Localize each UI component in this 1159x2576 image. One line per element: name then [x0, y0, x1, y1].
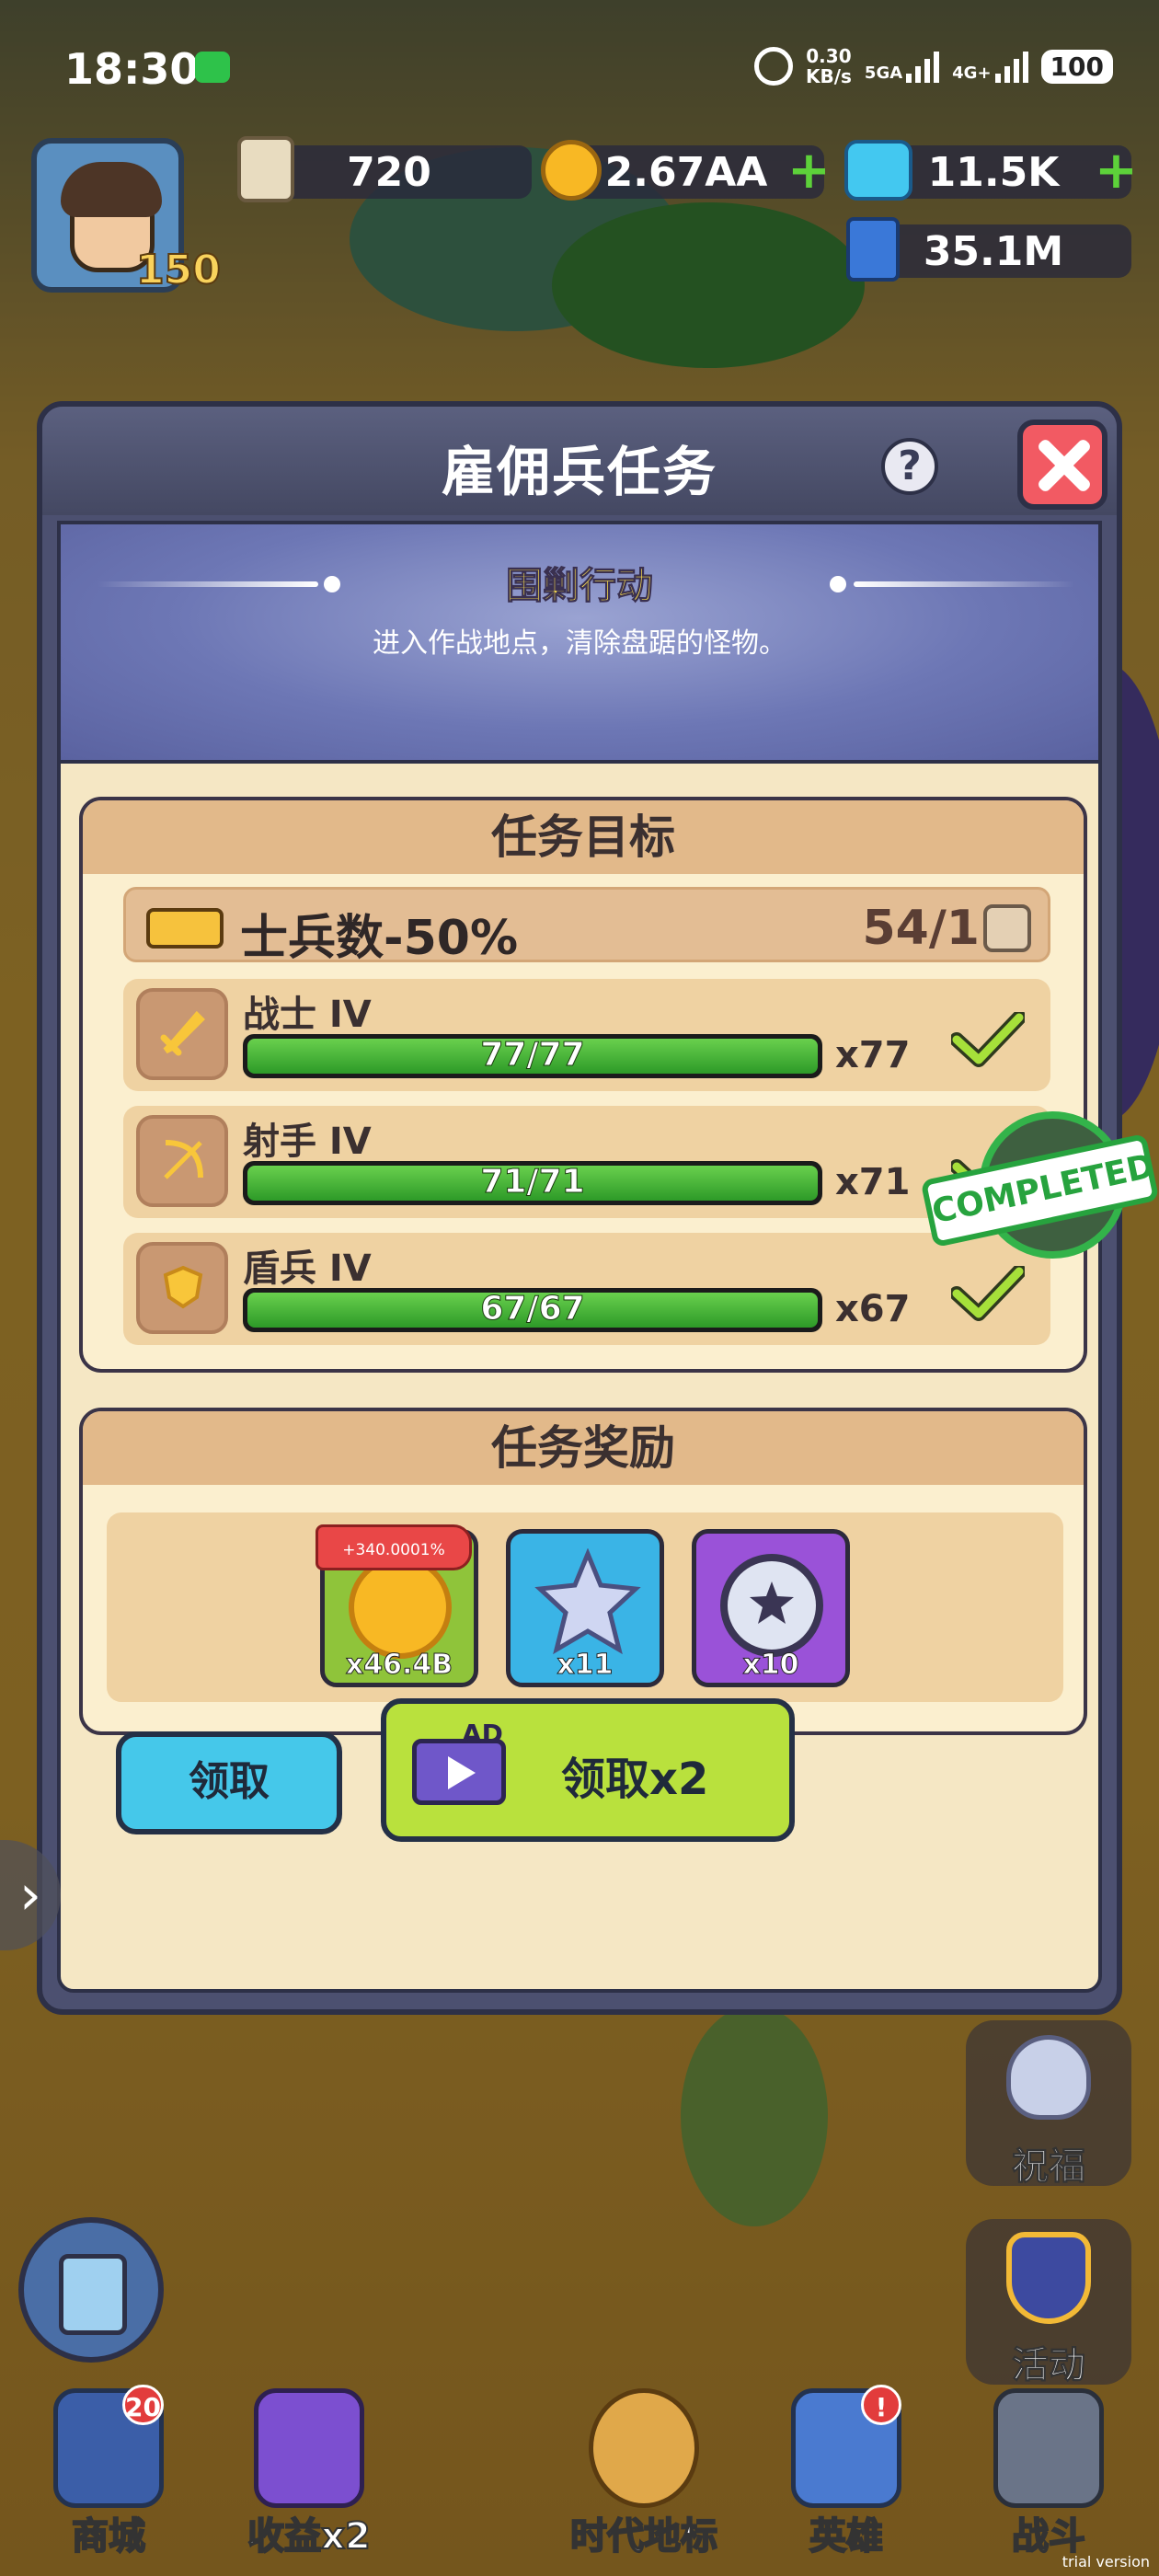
exp-book-icon [846, 217, 900, 282]
nav-income-x2[interactable]: 收益x2 [217, 2388, 401, 2563]
objectives-title: 任务目标 [83, 800, 1084, 874]
reward-tray: +340.0001% x46.4B x11 x10 [107, 1512, 1063, 1702]
unit-progress-text: 77/77 [480, 1036, 585, 1075]
watermark: trial version [1061, 2553, 1150, 2570]
shop-badge: 20 [122, 2385, 164, 2425]
help-button[interactable]: ? [881, 438, 938, 495]
unit-multiplier: x67 [835, 1288, 911, 1330]
claim-x2-button[interactable]: AD 领取x2 [381, 1698, 795, 1842]
nav-era-landmark[interactable]: 时代地标 [552, 2388, 736, 2563]
pillar-icon [237, 136, 294, 202]
rewards-panel: 任务奖励 +340.0001% x46.4B x11 x10 [79, 1408, 1087, 1735]
battery-indicator: 100 [1040, 49, 1113, 84]
signal-4g: 4G+ [952, 50, 1028, 83]
wechat-icon [195, 52, 230, 83]
requirement-count: 54/1 [862, 901, 980, 956]
reward-amount: x46.4B [345, 1649, 453, 1682]
dialog-title: 雇佣兵任务 [441, 441, 717, 503]
crystal-star-icon [534, 1548, 641, 1655]
claim-button[interactable]: 领取 [116, 1731, 342, 1834]
alarm-icon [753, 47, 793, 86]
ad-label: AD [462, 1719, 503, 1749]
unit-progress-bar: 77/77 [243, 1034, 822, 1078]
unit-name: 射手 IV [243, 1121, 372, 1163]
signal-bars-icon [994, 50, 1028, 83]
crossed-swords-icon [993, 2388, 1104, 2508]
claim-x2-label: 领取x2 [561, 1754, 709, 1805]
signal-bars-icon [906, 50, 940, 83]
status-time: 18:30 [64, 44, 200, 94]
reward-bonus-tag: +340.0001% [316, 1524, 472, 1570]
caveman-icon [589, 2388, 699, 2508]
diamond-icon [844, 140, 912, 201]
crest-icon [1006, 2035, 1091, 2120]
close-button[interactable] [1017, 420, 1107, 510]
nav-shop[interactable]: 20 商城 [17, 2385, 201, 2563]
player-level: 150 [135, 246, 222, 294]
unit-progress-text: 67/67 [480, 1290, 585, 1328]
unit-multiplier: x71 [835, 1161, 911, 1203]
video-tv-icon [254, 2388, 364, 2508]
unit-name: 盾兵 IV [243, 1248, 372, 1290]
mercenary-task-dialog: 雇佣兵任务 ? 围剿行动 进入作战地点，清除盘踞的怪物。 任务目标 士兵数-50… [37, 401, 1159, 2015]
crown-shield-icon [1006, 2232, 1091, 2324]
requirement-label: 士兵数-50% [240, 911, 519, 966]
quest-name: 围剿行动 [506, 565, 654, 608]
gold-coin-icon [541, 140, 602, 201]
status-bar: 18:30 0.30 KB/s 5GA 4G+ 100 [0, 0, 1159, 138]
add-gems-button[interactable]: + [1095, 145, 1138, 197]
check-icon [951, 1012, 1025, 1067]
unit-row-shield: 盾兵 IV 67/67 x67 [123, 1233, 1050, 1345]
dialog-header: 雇佣兵任务 ? [42, 407, 1117, 515]
sword-icon [136, 988, 228, 1080]
unit-name: 战士 IV [243, 994, 372, 1036]
task-list-button[interactable] [18, 2217, 164, 2363]
nav-battle[interactable]: 战斗 [957, 2388, 1141, 2563]
unit-progress-text: 71/71 [480, 1163, 585, 1202]
quest-banner: 围剿行动 进入作战地点，清除盘踞的怪物。 [61, 524, 1098, 764]
heroes-alert-badge: ! [861, 2385, 901, 2425]
unit-row-warrior: 战士 IV 77/77 x77 [123, 979, 1050, 1091]
soldier-requirement: 士兵数-50% 54/1 [123, 887, 1050, 966]
add-gold-button[interactable]: + [787, 145, 831, 197]
network-speed: 0.30 KB/s [805, 45, 852, 87]
bless-button[interactable]: 祝福 [966, 2020, 1131, 2189]
signal-5g: 5GA [865, 50, 940, 83]
objectives-panel: 任务目标 士兵数-50% 54/1 战士 IV 77/77 x77 射手 IV … [79, 797, 1087, 1373]
reward-medal[interactable]: x10 [692, 1529, 850, 1687]
checklist-icon [59, 2254, 127, 2335]
requirement-checkbox [983, 904, 1031, 952]
reward-gold[interactable]: +340.0001% x46.4B [316, 1524, 478, 1687]
unit-multiplier: x77 [835, 1034, 911, 1076]
reward-amount: x10 [742, 1649, 799, 1682]
event-button[interactable]: 活动 [966, 2219, 1131, 2387]
shield-icon [136, 1242, 228, 1334]
unit-progress-bar: 67/67 [243, 1288, 822, 1332]
unit-row-archer: 射手 IV 71/71 x71 [123, 1106, 1050, 1218]
unit-progress-bar: 71/71 [243, 1161, 822, 1205]
reward-crystal[interactable]: x11 [506, 1529, 664, 1687]
star-medal-icon [720, 1554, 823, 1657]
ticket-icon [146, 908, 224, 949]
quest-description: 进入作战地点，清除盘踞的怪物。 [373, 627, 786, 660]
nav-heroes[interactable]: ! 英雄 [754, 2385, 938, 2563]
bow-icon [136, 1115, 228, 1207]
rewards-title: 任务奖励 [83, 1411, 1084, 1485]
reward-amount: x11 [557, 1649, 614, 1682]
